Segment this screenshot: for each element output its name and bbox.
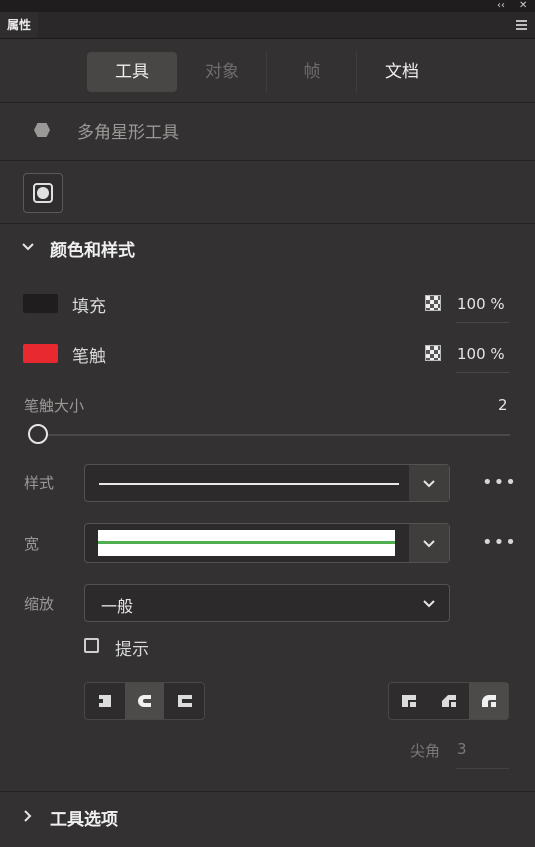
stroke-size-value[interactable]: 2 (498, 396, 508, 414)
tool-name: 多角星形工具 (77, 123, 179, 143)
stroke-size-slider-track[interactable] (38, 434, 510, 436)
cap-none-button[interactable] (85, 683, 124, 719)
transparency-icon (425, 345, 441, 361)
join-round-icon (482, 695, 496, 707)
section-title: 工具选项 (50, 810, 118, 830)
chevron-right-icon (24, 810, 32, 822)
stroke-width-profile-dropdown[interactable] (84, 523, 450, 563)
divider (0, 223, 535, 224)
chevron-down-icon (22, 243, 34, 251)
chevron-down-icon (423, 600, 435, 608)
panel-title-bar: 属性 (0, 12, 535, 39)
join-button-group (388, 682, 509, 720)
scale-value: 一般 (101, 597, 134, 616)
tab-tool[interactable]: 工具 (87, 52, 177, 92)
scale-label: 缩放 (24, 595, 55, 613)
scale-dropdown[interactable]: 一般 (84, 584, 450, 622)
field-underline (456, 372, 509, 373)
join-bevel-icon (442, 695, 456, 707)
fill-label: 填充 (72, 297, 106, 317)
window-top-strip: ‹‹ ✕ (0, 0, 535, 12)
fill-color-swatch[interactable] (23, 294, 58, 313)
cap-none-icon (99, 695, 111, 707)
section-color-style-header[interactable]: 颜色和样式 (0, 233, 535, 263)
cap-square-icon (178, 695, 192, 707)
tab-frame: 帧 (303, 62, 321, 82)
divider (0, 102, 535, 103)
panel-title[interactable]: 属性 (0, 12, 39, 38)
field-underline (456, 322, 509, 323)
tool-settings-button[interactable] (23, 173, 63, 213)
stroke-size-slider-handle[interactable] (28, 424, 48, 444)
width-label: 宽 (24, 535, 40, 553)
section-tool-options-header[interactable]: 工具选项 (0, 802, 535, 832)
stroke-style-dropdown[interactable] (84, 464, 450, 502)
hint-checkbox[interactable] (84, 638, 99, 653)
divider (0, 791, 535, 792)
tab-object: 对象 (205, 62, 239, 82)
hamburger-icon[interactable] (516, 20, 527, 32)
solid-line-preview (99, 483, 399, 485)
join-miter-icon (402, 695, 416, 707)
transparency-icon (425, 295, 441, 311)
join-round-button[interactable] (469, 683, 508, 719)
stroke-label: 笔触 (72, 347, 106, 367)
hint-label: 提示 (115, 640, 149, 660)
miter-value[interactable]: 3 (457, 740, 467, 758)
width-profile-preview (98, 530, 395, 556)
stroke-alpha-value[interactable]: 100 % (457, 345, 505, 363)
cap-button-group (84, 682, 205, 720)
miter-label: 尖角 (410, 742, 441, 760)
join-bevel-button[interactable] (429, 683, 468, 719)
hexagon-icon (34, 123, 50, 137)
close-icon[interactable]: ✕ (519, 0, 527, 12)
join-miter-button[interactable] (389, 683, 428, 719)
more-options-icon[interactable]: ••• (482, 472, 517, 493)
style-label: 样式 (24, 474, 55, 492)
cap-square-button[interactable] (165, 683, 204, 719)
field-underline (456, 768, 509, 769)
cap-round-button[interactable] (125, 683, 164, 719)
cap-round-icon (138, 695, 151, 707)
divider (0, 160, 535, 161)
current-tool-row: 多角星形工具 (0, 116, 535, 144)
stroke-size-label: 笔触大小 (24, 397, 85, 415)
more-options-icon[interactable]: ••• (482, 532, 517, 553)
fill-alpha-value[interactable]: 100 % (457, 295, 505, 313)
section-title: 颜色和样式 (50, 241, 135, 261)
collapse-icon[interactable]: ‹‹ (497, 0, 505, 12)
stroke-color-swatch[interactable] (23, 344, 58, 363)
chevron-down-icon (409, 524, 449, 562)
tab-document[interactable]: 文档 (357, 52, 447, 92)
chevron-down-icon (409, 465, 449, 501)
polygon-settings-icon (33, 183, 53, 203)
